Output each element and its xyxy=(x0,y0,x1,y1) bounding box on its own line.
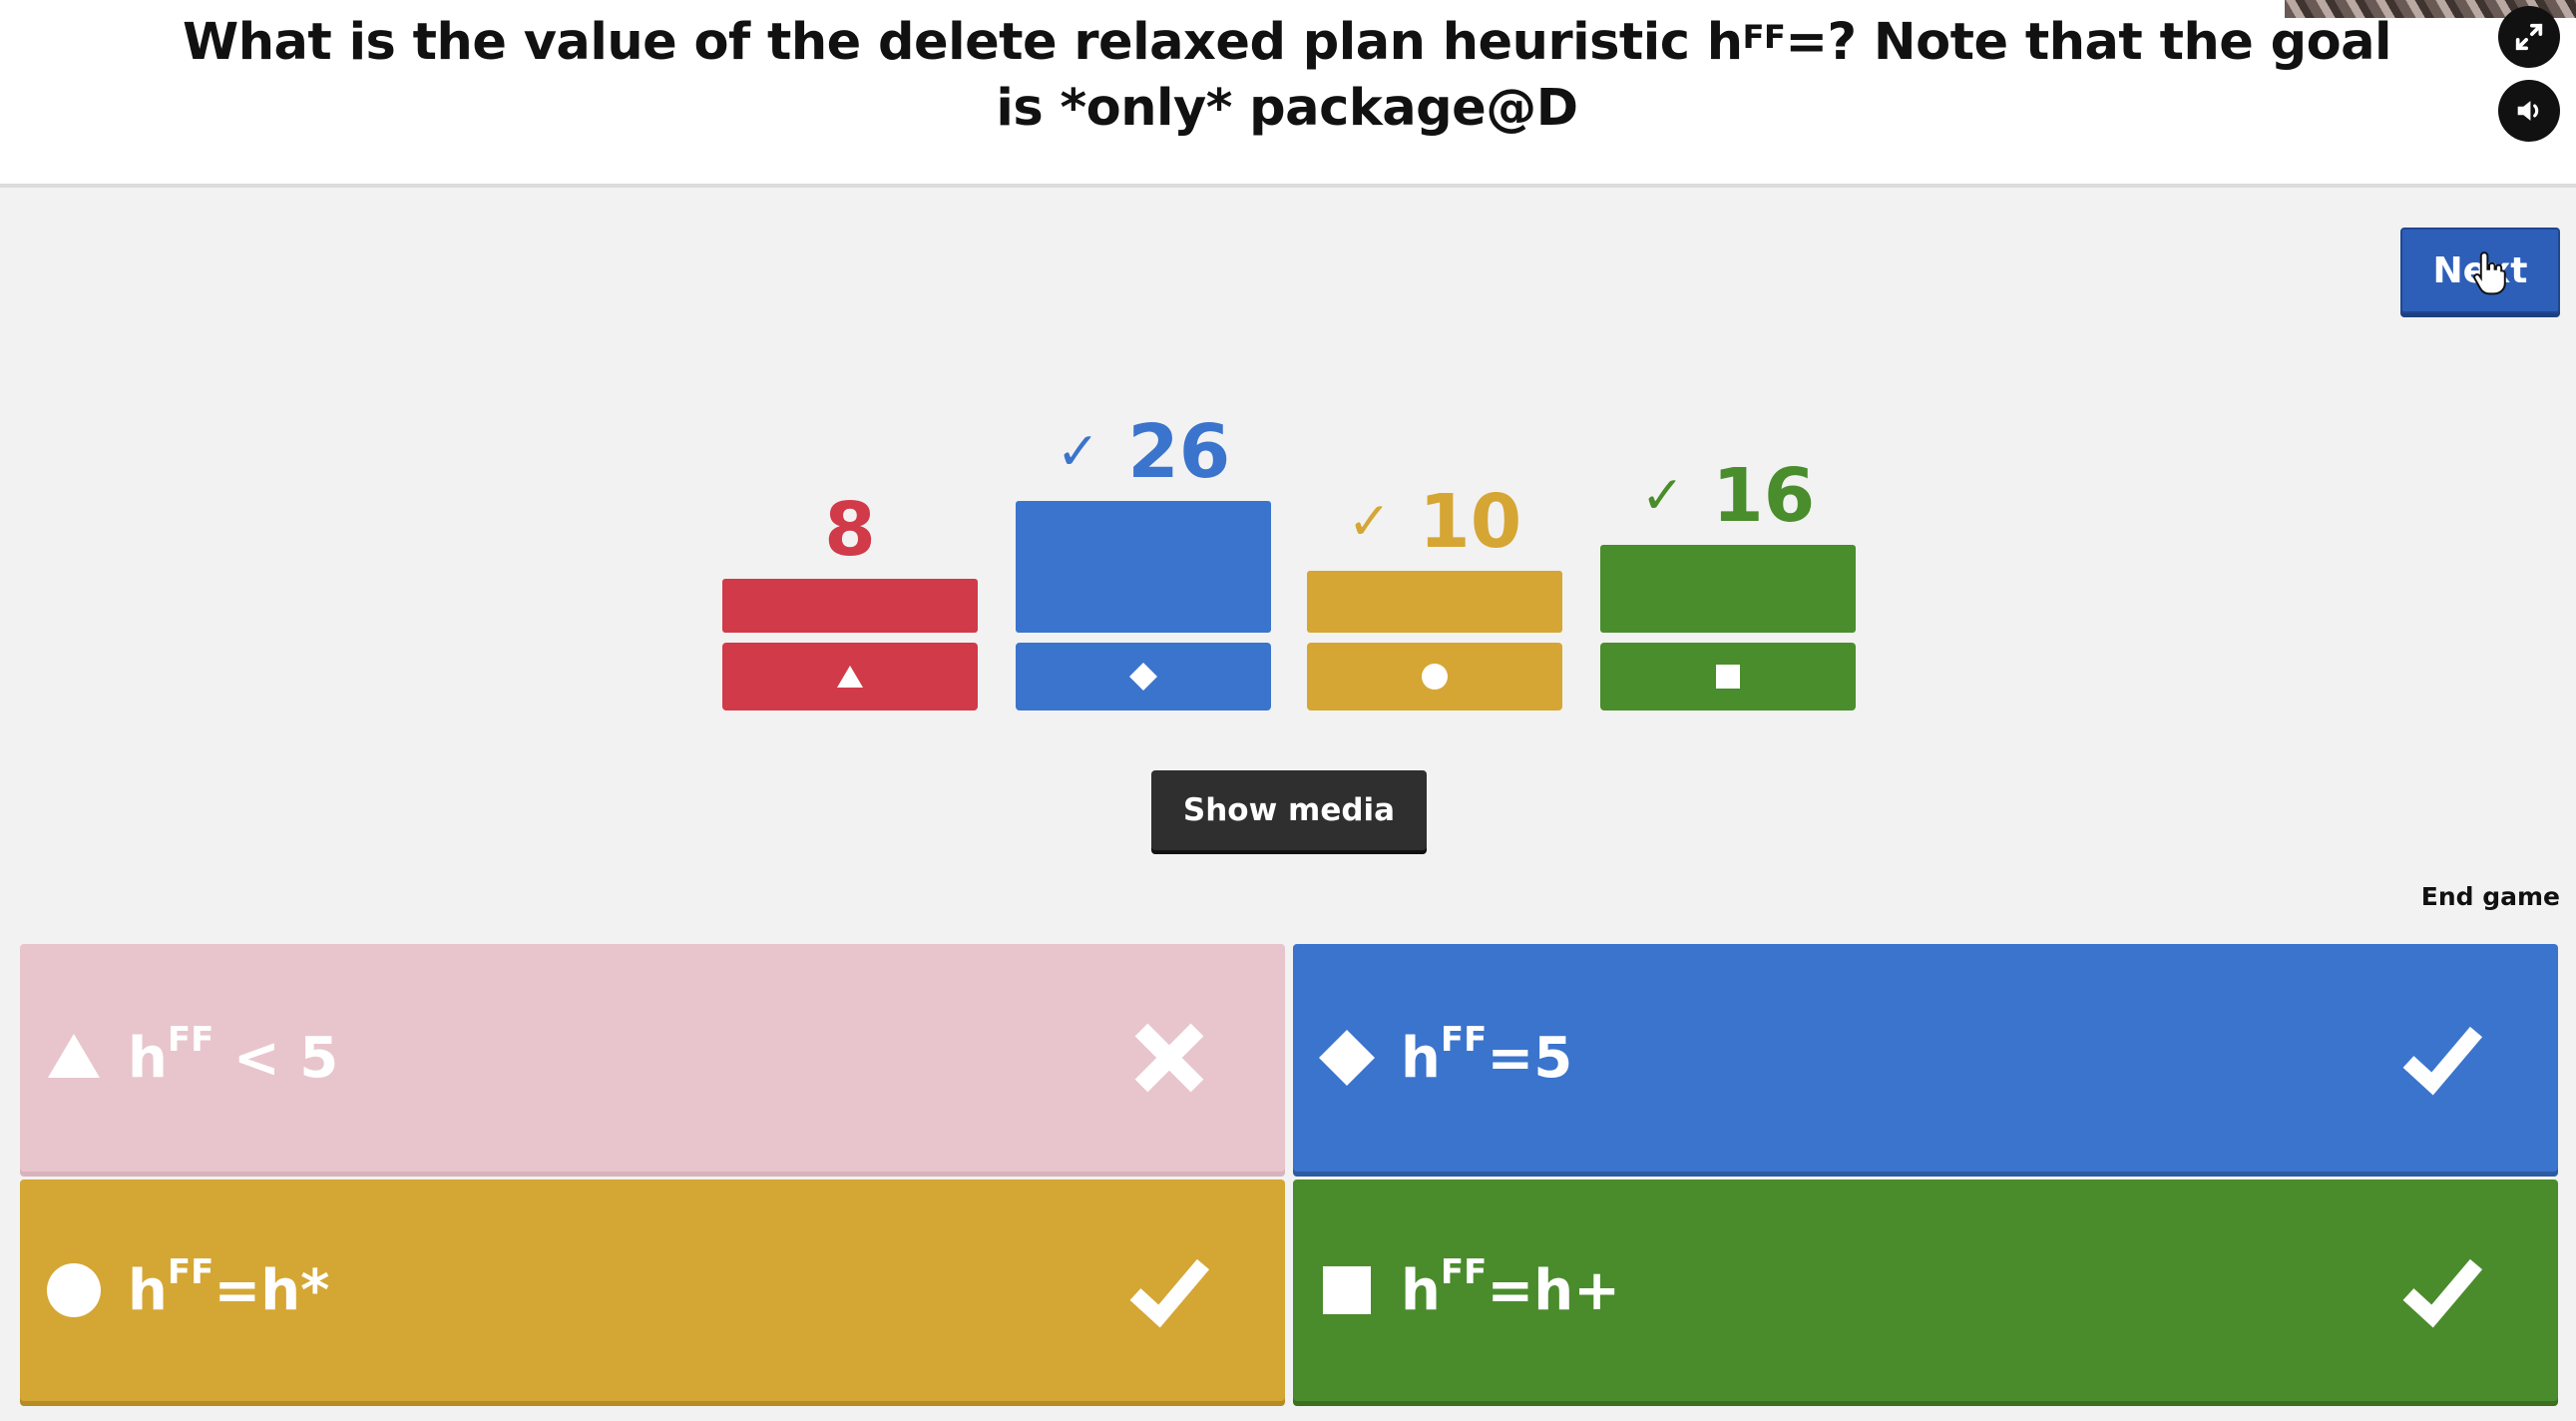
answer-triangle[interactable]: hFF < 5 xyxy=(20,944,1285,1172)
end-game-link[interactable]: End game xyxy=(2394,882,2560,911)
triangle-icon xyxy=(837,666,863,688)
result-icon-box xyxy=(1307,643,1562,710)
check-icon xyxy=(2402,1258,2482,1328)
check-icon xyxy=(1129,1258,1209,1328)
answer-square[interactable]: hFF=h+ xyxy=(1293,1180,2558,1401)
result-icon-box xyxy=(722,643,978,710)
cross-icon xyxy=(1134,1023,1204,1093)
diamond-icon xyxy=(1129,663,1157,691)
answer-label: hFF=h+ xyxy=(1401,1251,1621,1323)
result-icon-box xyxy=(1600,643,1856,710)
answer-label: hFF < 5 xyxy=(128,1019,339,1091)
result-count-value: 16 xyxy=(1712,453,1816,539)
answer-circle[interactable]: hFF=h* xyxy=(20,1180,1285,1401)
check-icon: ✓ xyxy=(1056,422,1100,482)
result-count-value: 8 xyxy=(824,487,876,573)
square-icon xyxy=(1323,1266,1371,1314)
check-icon xyxy=(2402,1026,2482,1096)
results-chart: 8 ✓ 26 ✓ 10 ✓ 16 xyxy=(0,0,2576,738)
result-bar xyxy=(1016,501,1271,633)
circle-icon xyxy=(1422,664,1448,690)
result-bar xyxy=(722,579,978,633)
diamond-icon xyxy=(1319,1030,1375,1086)
check-icon: ✓ xyxy=(1347,492,1392,552)
result-icon-box xyxy=(1016,643,1271,710)
circle-icon xyxy=(47,1263,101,1317)
answer-label: hFF=5 xyxy=(1401,1019,1573,1091)
result-count: ✓ 26 xyxy=(1016,409,1271,495)
result-count-value: 10 xyxy=(1419,479,1522,565)
answer-label: hFF=h* xyxy=(128,1251,330,1323)
show-media-button[interactable]: Show media xyxy=(1151,770,1427,850)
result-bar xyxy=(1600,545,1856,633)
result-count: 8 xyxy=(722,487,978,573)
answer-diamond[interactable]: hFF=5 xyxy=(1293,944,2558,1172)
result-bar xyxy=(1307,571,1562,633)
result-count-value: 26 xyxy=(1127,409,1231,495)
triangle-icon xyxy=(48,1034,100,1078)
result-count: ✓ 16 xyxy=(1600,453,1856,539)
result-count: ✓ 10 xyxy=(1307,479,1562,565)
square-icon xyxy=(1716,665,1740,689)
check-icon: ✓ xyxy=(1640,466,1685,526)
